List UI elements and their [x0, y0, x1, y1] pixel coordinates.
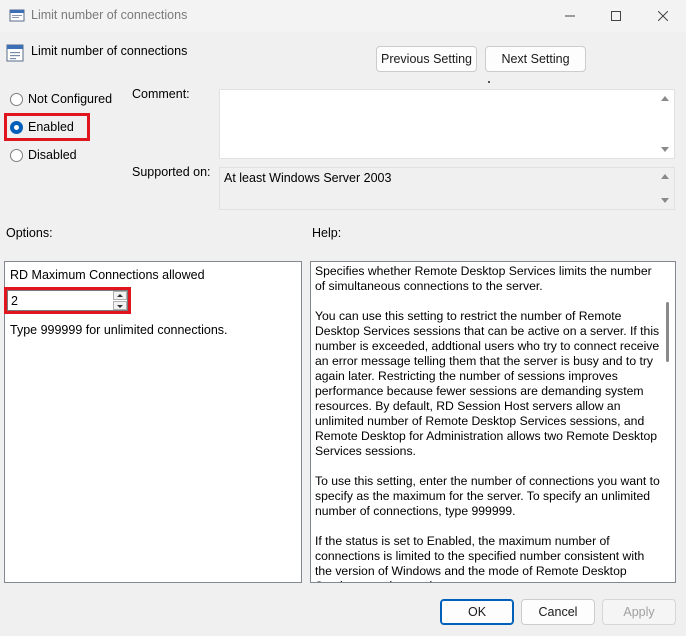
- supported-on-value: At least Windows Server 2003: [224, 171, 392, 185]
- maximize-button[interactable]: [593, 0, 639, 32]
- radio-disabled[interactable]: Disabled: [10, 147, 77, 163]
- radio-enabled[interactable]: Enabled: [10, 119, 74, 135]
- supported-scrollbar[interactable]: [657, 168, 674, 209]
- comment-scrollbar[interactable]: [657, 90, 674, 158]
- next-setting-button[interactable]: Next Setting: [485, 46, 586, 72]
- radio-label: Enabled: [28, 120, 74, 134]
- help-text: Specifies whether Remote Desktop Service…: [315, 264, 663, 582]
- max-connections-label: RD Maximum Connections allowed: [10, 268, 205, 282]
- radio-button[interactable]: [10, 148, 23, 162]
- help-panel: Specifies whether Remote Desktop Service…: [310, 261, 676, 583]
- help-paragraph: You can use this setting to restrict the…: [315, 309, 660, 458]
- help-scrollbar[interactable]: [661, 262, 675, 582]
- apply-button[interactable]: Apply: [602, 599, 676, 625]
- setting-title: Limit number of connections: [31, 44, 188, 58]
- minimize-icon: [565, 15, 575, 17]
- scroll-up-icon[interactable]: [661, 174, 669, 179]
- help-paragraph: Specifies whether Remote Desktop Service…: [315, 264, 652, 293]
- setting-icon: [6, 44, 24, 62]
- ok-button[interactable]: OK: [440, 599, 514, 625]
- help-scroll-thumb[interactable]: [666, 302, 669, 362]
- policy-app-icon: [9, 9, 25, 22]
- radio-button[interactable]: [10, 120, 23, 134]
- spin-up-icon[interactable]: [113, 291, 127, 300]
- scroll-up-icon[interactable]: [661, 96, 669, 101]
- supported-on-label: Supported on:: [132, 165, 211, 179]
- radio-not-configured[interactable]: Not Configured: [10, 91, 112, 107]
- options-label: Options:: [6, 226, 53, 240]
- window-title: Limit number of connections: [31, 8, 188, 22]
- help-paragraph: To use this setting, enter the number of…: [315, 474, 660, 518]
- close-button[interactable]: [640, 0, 686, 32]
- cancel-button[interactable]: Cancel: [521, 599, 595, 625]
- previous-setting-button[interactable]: Previous Setting: [376, 46, 477, 72]
- minimize-button[interactable]: [547, 0, 593, 32]
- radio-label: Disabled: [28, 148, 77, 162]
- max-connections-input[interactable]: [7, 290, 128, 311]
- unlimited-hint: Type 999999 for unlimited connections.: [10, 323, 228, 337]
- scroll-down-icon[interactable]: [661, 198, 669, 203]
- help-paragraph: If the status is set to Enabled, the max…: [315, 534, 645, 582]
- help-label: Help:: [312, 226, 342, 240]
- comment-textarea[interactable]: [219, 89, 675, 159]
- spin-down-icon[interactable]: [113, 301, 127, 310]
- maximize-icon: [611, 11, 621, 21]
- radio-label: Not Configured: [28, 92, 113, 106]
- scroll-down-icon[interactable]: [661, 147, 669, 152]
- radio-button[interactable]: [10, 92, 23, 106]
- separator-dot: [488, 81, 490, 83]
- max-connections-spinner[interactable]: [7, 290, 128, 311]
- close-icon: [658, 11, 668, 21]
- comment-label: Comment:: [132, 87, 190, 101]
